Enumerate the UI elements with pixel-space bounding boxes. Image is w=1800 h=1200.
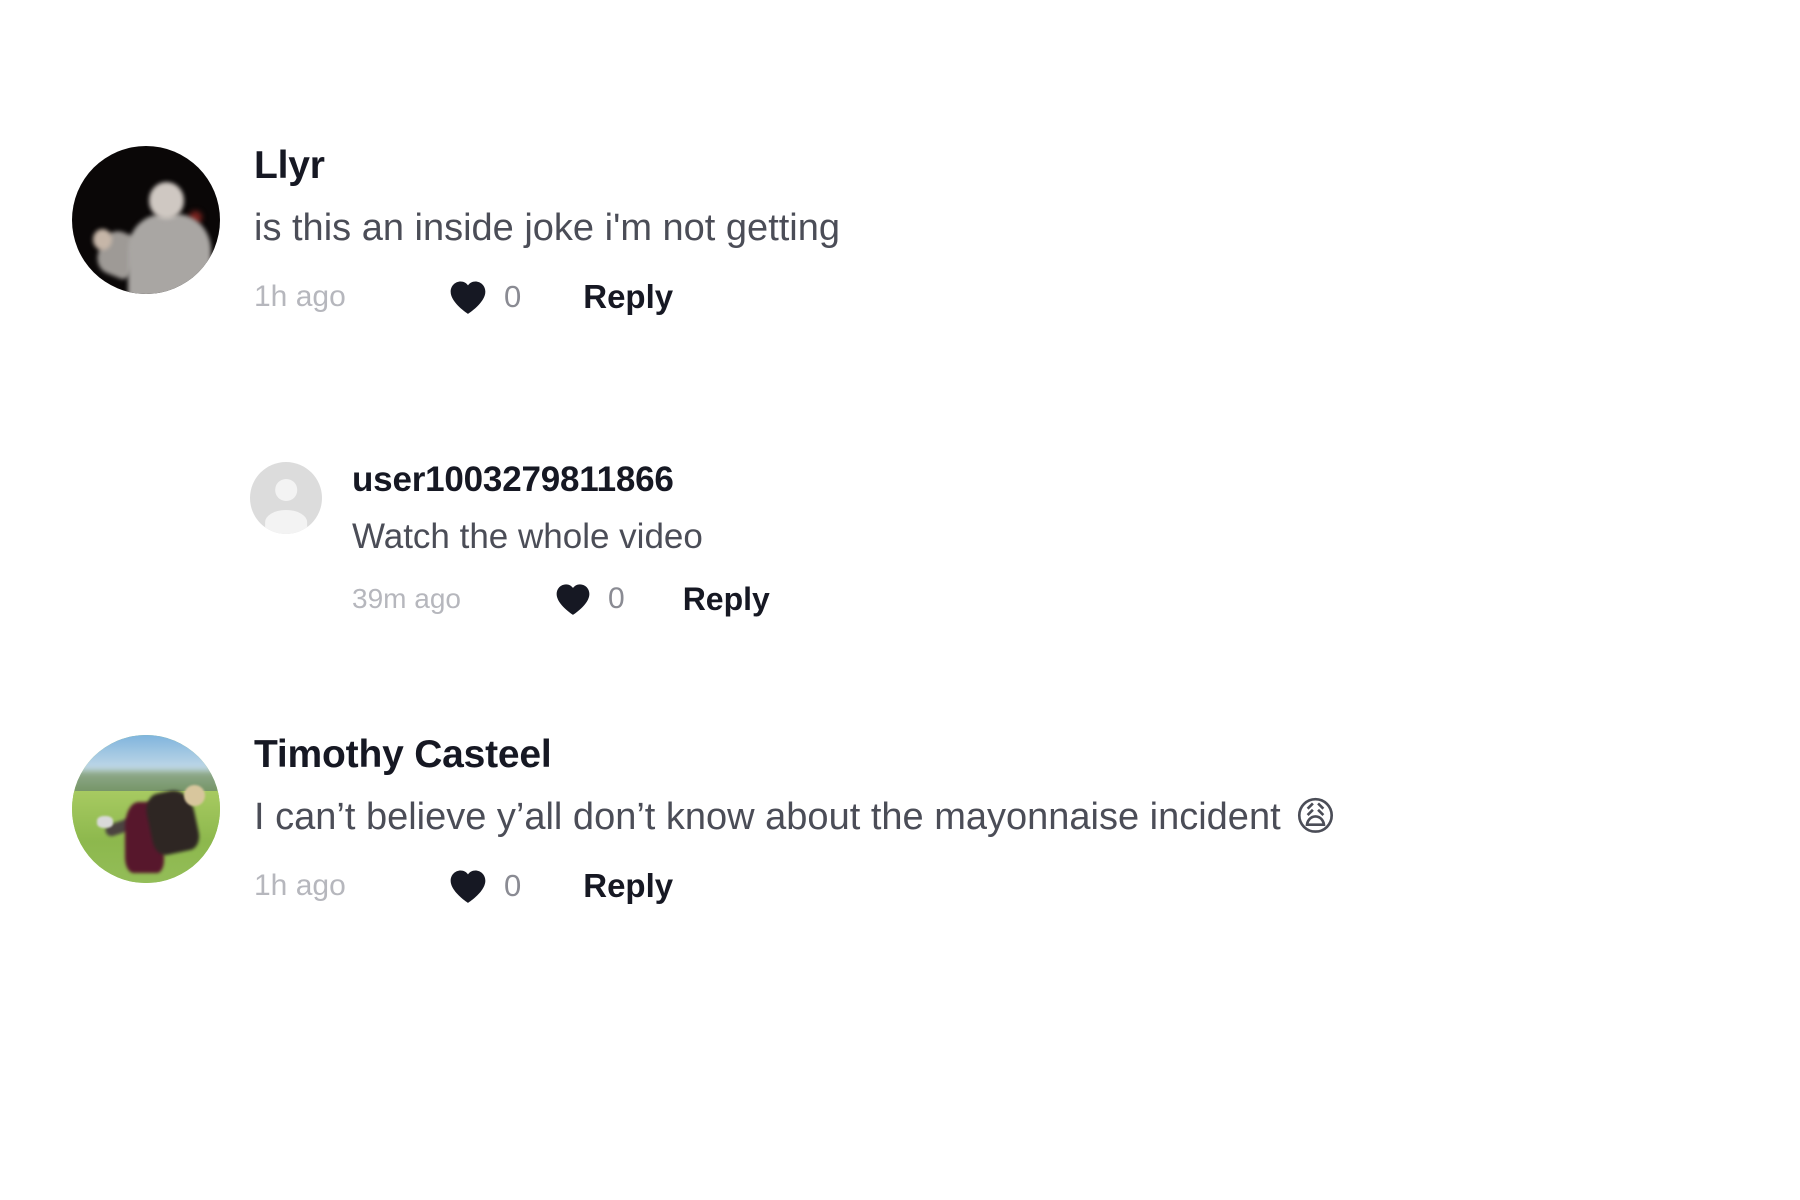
comment-timestamp: 1h ago bbox=[254, 279, 346, 313]
comment-meta: 1h ago 0 Reply bbox=[254, 278, 840, 316]
weary-face-emoji: 😩 bbox=[1294, 794, 1337, 841]
heart-icon bbox=[450, 281, 486, 314]
avatar[interactable] bbox=[72, 735, 220, 883]
reply-button[interactable]: Reply bbox=[583, 867, 673, 905]
comment-text-content: Watch the whole video bbox=[352, 516, 703, 556]
comment-body: Timothy Casteel I can’t believe y’all do… bbox=[254, 734, 1336, 905]
like-button[interactable]: 0 bbox=[448, 279, 521, 315]
like-count: 0 bbox=[504, 867, 522, 903]
reply-button[interactable]: Reply bbox=[683, 581, 770, 618]
like-button[interactable]: 0 bbox=[554, 582, 625, 616]
avatar-detail bbox=[97, 816, 114, 829]
comment-text-content: I can’t believe y’all don’t know about t… bbox=[254, 795, 1281, 838]
person-icon bbox=[275, 479, 297, 501]
avatar-detail bbox=[128, 214, 212, 294]
comment-timestamp: 1h ago bbox=[254, 868, 346, 902]
comment-item: Timothy Casteel I can’t believe y’all do… bbox=[72, 734, 1336, 905]
comment-body: Llyr is this an inside joke i'm not gett… bbox=[254, 145, 840, 316]
heart-icon bbox=[450, 870, 486, 903]
comment-list: Llyr is this an inside joke i'm not gett… bbox=[0, 0, 1800, 1200]
comment-text-content: is this an inside joke i'm not getting bbox=[254, 206, 841, 249]
comment-timestamp: 39m ago bbox=[352, 583, 461, 615]
comment-item: Llyr is this an inside joke i'm not gett… bbox=[72, 145, 840, 316]
comment-username[interactable]: Llyr bbox=[254, 145, 840, 187]
avatar-detail bbox=[92, 228, 112, 250]
like-button[interactable]: 0 bbox=[448, 868, 521, 904]
comment-text: I can’t believe y’all don’t know about t… bbox=[254, 796, 1336, 839]
comment-text: is this an inside joke i'm not getting bbox=[254, 207, 840, 250]
comment-username[interactable]: user1003279811866 bbox=[352, 461, 770, 499]
heart-icon bbox=[556, 584, 590, 616]
comment-item: user1003279811866 Watch the whole video … bbox=[250, 461, 770, 618]
comment-meta: 1h ago 0 Reply bbox=[254, 867, 1336, 905]
like-count: 0 bbox=[504, 278, 522, 314]
like-count: 0 bbox=[608, 582, 625, 616]
comment-body: user1003279811866 Watch the whole video … bbox=[352, 461, 770, 618]
comment-username[interactable]: Timothy Casteel bbox=[254, 734, 1336, 776]
avatar-detail bbox=[148, 181, 185, 219]
person-icon bbox=[265, 509, 307, 534]
comment-meta: 39m ago 0 Reply bbox=[352, 581, 770, 618]
comment-text: Watch the whole video bbox=[352, 517, 770, 557]
avatar[interactable] bbox=[72, 146, 220, 294]
avatar[interactable] bbox=[250, 462, 322, 534]
reply-button[interactable]: Reply bbox=[583, 278, 673, 316]
